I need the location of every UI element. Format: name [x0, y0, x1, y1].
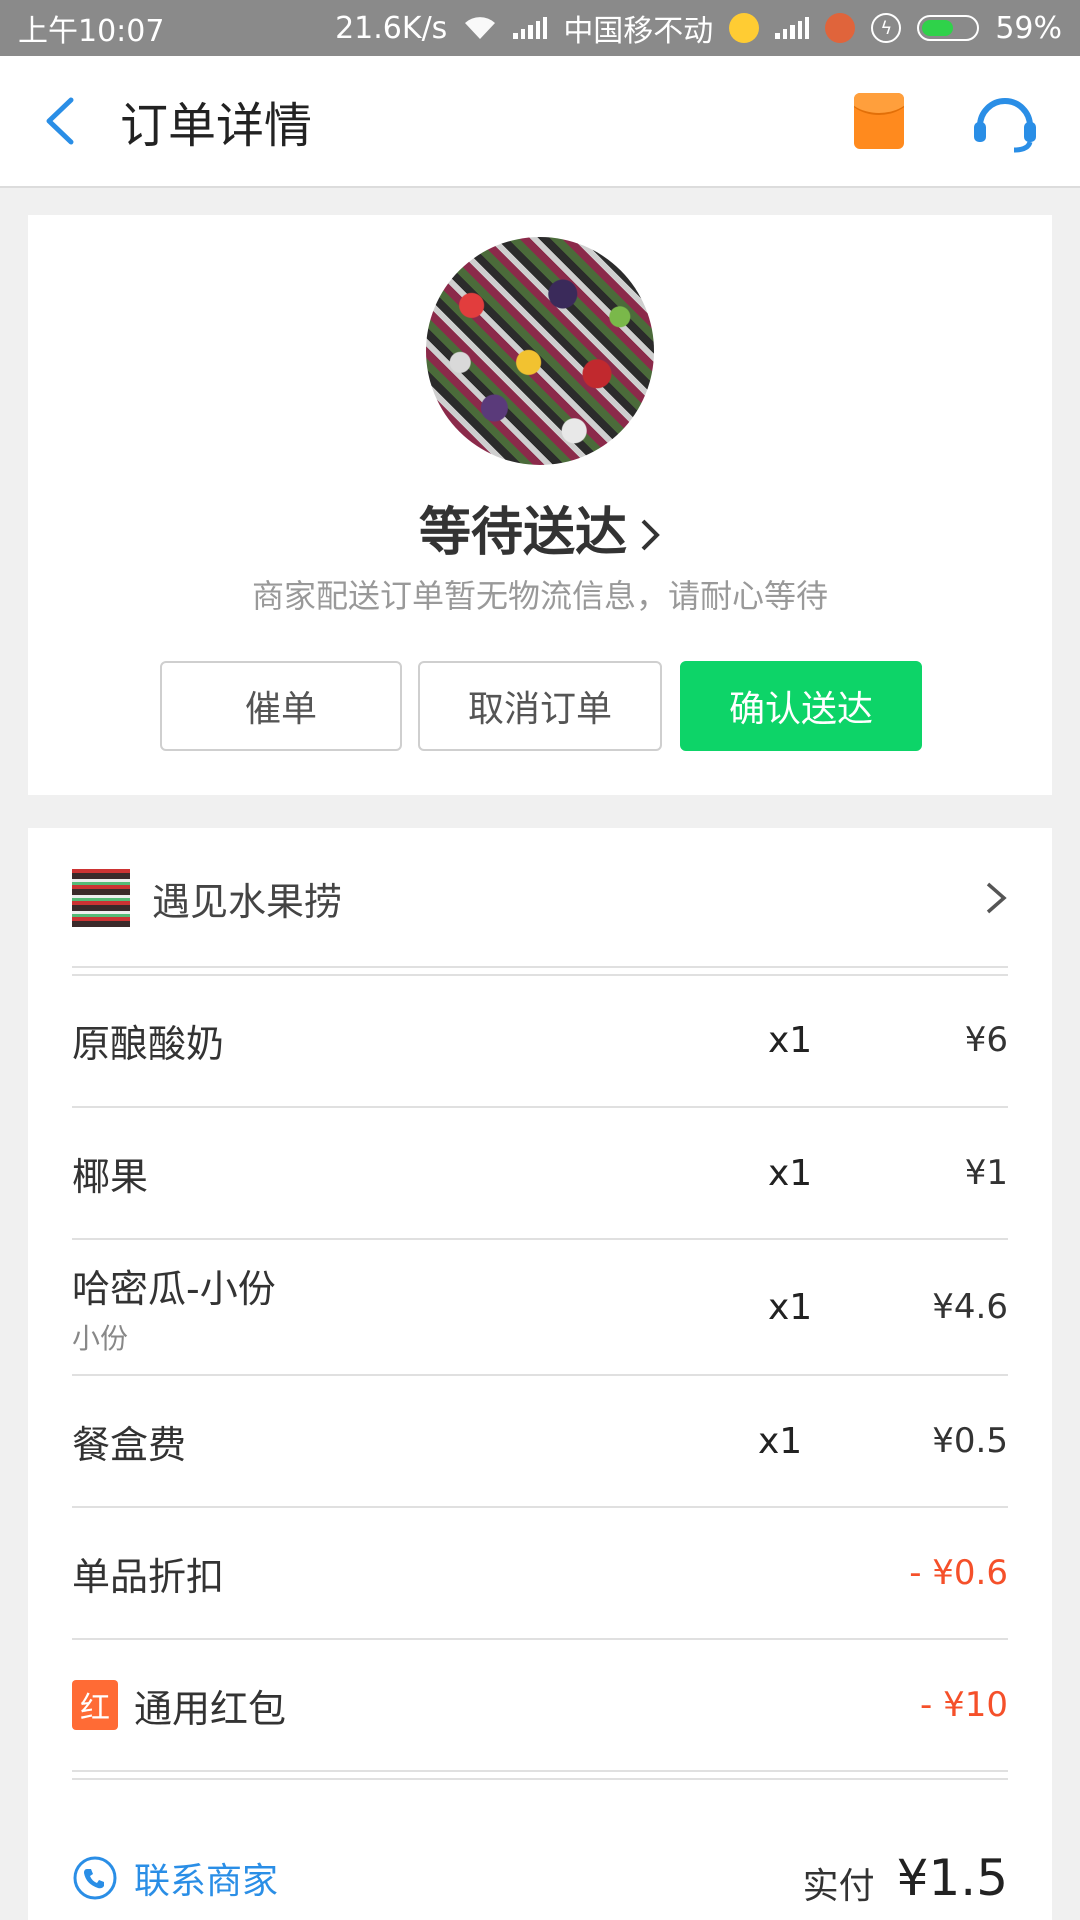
item-price: ¥6: [964, 1020, 1008, 1060]
order-items-card: 遇见水果捞 原酿酸奶 x1 ¥6 椰果 x1 ¥1 哈密瓜-小份 小份 x1 ¥…: [28, 828, 1052, 1920]
contact-merchant-link[interactable]: 联系商家: [134, 1852, 803, 1904]
item-price: ¥1: [964, 1153, 1008, 1193]
order-status-card: 等待送达 商家配送订单暂无物流信息，请耐心等待 催单 取消订单 确认送达: [28, 215, 1052, 795]
item-name: 哈密瓜-小份: [72, 1266, 276, 1311]
item-qty: x1: [768, 1152, 813, 1194]
divider: [72, 966, 1008, 968]
customer-service-button[interactable]: [970, 86, 1040, 156]
paid-label: 实付: [802, 1866, 875, 1907]
item-name: 原酿酸奶: [72, 1021, 225, 1066]
order-status-title[interactable]: 等待送达: [28, 490, 1052, 566]
phone-icon[interactable]: [72, 1855, 118, 1901]
chevron-right-icon: [639, 506, 661, 566]
charging-icon: ϟ: [871, 13, 902, 43]
chevron-right-icon: [986, 882, 1007, 914]
shop-row[interactable]: 遇见水果捞: [72, 828, 1008, 968]
devil-icon: [825, 13, 856, 43]
red-packet-label: 通用红包: [134, 1686, 287, 1731]
confirm-delivery-button[interactable]: 确认送达: [680, 661, 922, 751]
shop-thumbnail: [72, 869, 130, 927]
red-packet-icon[interactable]: [854, 93, 904, 149]
paid-amount: ¥1.5: [896, 1849, 1008, 1907]
item-qty: x1: [758, 1420, 803, 1462]
urge-order-button[interactable]: 催单: [160, 661, 402, 751]
list-item: 原酿酸奶 x1 ¥6: [72, 976, 1008, 1104]
battery-percent: 59%: [995, 10, 1062, 46]
list-item: 椰果 x1 ¥1: [72, 1108, 1008, 1238]
item-name: 餐盒费: [72, 1422, 187, 1467]
order-status-subtitle: 商家配送订单暂无物流信息，请耐心等待: [251, 577, 828, 615]
wifi-icon: [463, 15, 497, 41]
divider: [72, 1778, 1008, 1780]
shop-name: 遇见水果捞: [152, 879, 343, 924]
signal-icon-2: [775, 17, 810, 39]
back-arrow-icon: [46, 97, 74, 145]
battery-icon: [917, 15, 980, 41]
app-bar: 订单详情: [0, 56, 1080, 188]
item-qty: x1: [768, 1286, 813, 1328]
status-time: 上午10:07: [18, 14, 165, 49]
red-packet-badge: 红: [72, 1680, 118, 1730]
headset-icon: [974, 98, 1036, 153]
order-footer: 联系商家 实付 ¥1.5: [72, 1836, 1008, 1920]
item-price: ¥0.5: [932, 1421, 1008, 1461]
discount-row: 单品折扣 - ¥0.6: [72, 1508, 1008, 1638]
divider: [72, 1770, 1008, 1772]
emoji-icon: [729, 13, 760, 43]
list-item: 哈密瓜-小份 小份 x1 ¥4.6: [72, 1240, 1008, 1374]
item-spec: 小份: [72, 1321, 129, 1355]
red-packet-row: 红 通用红包 - ¥10: [72, 1640, 1008, 1770]
list-item: 餐盒费 x1 ¥0.5: [72, 1376, 1008, 1506]
cancel-order-button[interactable]: 取消订单: [418, 661, 662, 751]
item-qty: x1: [768, 1019, 813, 1061]
net-speed: 21.6K/s: [335, 10, 448, 46]
status-bar: 上午10:07 21.6K/s 中国移不动 ϟ 59%: [0, 0, 1080, 56]
item-discount-label: 单品折扣: [72, 1554, 225, 1599]
back-button[interactable]: [0, 55, 120, 187]
signal-icon: [513, 17, 548, 39]
item-discount-value: - ¥0.6: [909, 1553, 1008, 1593]
item-name: 椰果: [72, 1154, 149, 1199]
page-title: 订单详情: [120, 98, 313, 154]
order-status-text: 等待送达: [418, 503, 627, 563]
item-price: ¥4.6: [932, 1287, 1008, 1327]
carrier-name: 中国移不动: [563, 14, 714, 49]
shop-avatar: [426, 237, 654, 465]
red-packet-value: - ¥10: [920, 1685, 1008, 1725]
